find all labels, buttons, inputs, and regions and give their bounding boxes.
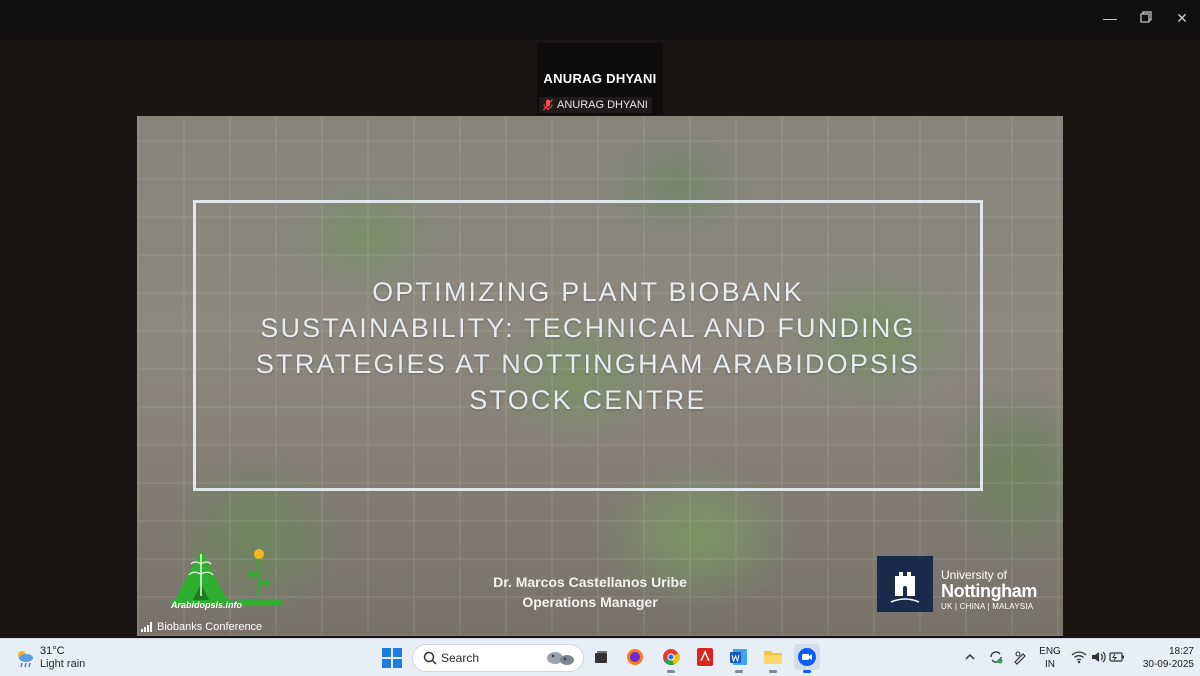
restore-icon[interactable] [1134,8,1158,28]
search-highlight-icon [547,652,574,665]
language-indicator[interactable]: ENG IN [1038,645,1062,671]
conference-label-text: Biobanks Conference [157,621,263,633]
taskbar-clock[interactable]: 18:27 30-09-2025 [1130,645,1194,671]
speaker-video-tile[interactable]: ANURAG DHYANI ANURAG DHYANI [537,43,663,115]
close-icon[interactable]: ✕ [1170,8,1194,28]
weather-condition[interactable]: Light rain [40,658,85,670]
pen-input-icon[interactable] [1012,649,1028,665]
presenter-info: Dr. Marcos Castellanos Uribe Operations … [447,572,733,612]
clock-date: 30-09-2025 [1142,659,1194,670]
signal-bars-icon [141,622,152,632]
zoom-icon[interactable] [794,644,820,673]
search-placeholder: Search [441,651,480,665]
language-line1: ENG [1039,646,1061,657]
taskbar-search[interactable]: Search [412,644,584,672]
chrome-icon[interactable] [658,644,684,673]
window-titlebar: — ✕ [0,0,1200,40]
shared-slide: OPTIMIZING PLANT BIOBANK SUSTAINABILITY:… [137,116,1063,636]
taskbar: 31°C Light rain Search ENG IN 18:27 30-0… [0,638,1200,676]
wifi-icon[interactable] [1071,649,1087,665]
slide-title: OPTIMIZING PLANT BIOBANK SUSTAINABILITY:… [255,276,921,415]
task-view-icon[interactable] [588,644,614,670]
nottingham-logo: University of Nottingham UK | CHINA | MA… [877,556,1047,614]
uon-line2: Nottingham [941,581,1037,601]
speaker-label: ANURAG DHYANI [539,97,652,113]
acrobat-icon[interactable] [692,644,718,670]
clock-time: 18:27 [1168,646,1194,657]
chevron-up-icon[interactable] [962,649,978,665]
uon-line3: UK | CHINA | MALAYSIA [941,602,1034,611]
presenter-role: Operations Manager [522,594,658,610]
language-line2: IN [1045,659,1055,670]
weather-rain-icon[interactable] [14,647,36,669]
sync-icon[interactable] [988,649,1004,665]
uon-line1: University of [941,568,1008,582]
firefox-icon[interactable] [622,644,648,670]
presenter-name: Dr. Marcos Castellanos Uribe [493,574,687,590]
arabidopsis-logo-text: Arabidopsis.info [171,600,243,610]
battery-icon[interactable] [1109,649,1125,665]
windows-start-icon[interactable] [382,648,402,668]
word-icon[interactable] [726,644,752,673]
speaker-label-text: ANURAG DHYANI [557,99,648,111]
speaker-name: ANURAG DHYANI [543,71,657,86]
castle-crest-icon [877,556,933,612]
mic-muted-icon [543,99,553,111]
file-explorer-icon[interactable] [760,644,786,673]
search-icon [423,651,437,665]
weather-temp[interactable]: 31°C [40,645,65,657]
volume-icon[interactable] [1090,649,1106,665]
minimize-icon[interactable]: — [1098,8,1122,28]
slide-title-frame: OPTIMIZING PLANT BIOBANK SUSTAINABILITY:… [193,200,983,491]
conference-label: Biobanks Conference [141,621,262,633]
